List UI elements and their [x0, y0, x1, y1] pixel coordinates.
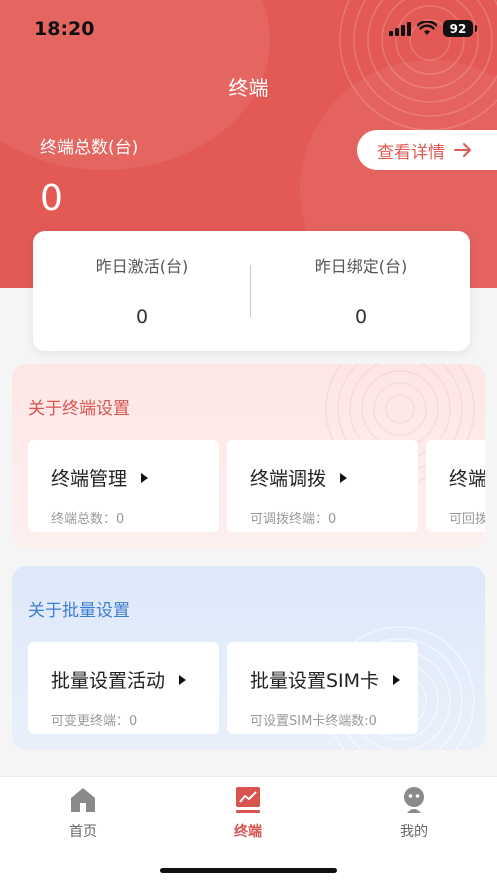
card-row: 终端管理 终端总数：0 终端调拨 可调拨终端：0 终端 可回拨	[28, 440, 485, 532]
status-time: 18:20	[34, 18, 95, 40]
card-subtitle: 可回拨	[449, 512, 485, 527]
card-row: 批量设置活动 可变更终端：0 批量设置SIM卡 可设置SIM卡终端数:0	[28, 642, 418, 734]
stat-label: 昨日绑定(台)	[314, 257, 408, 276]
section-title: 关于批量设置	[28, 601, 130, 621]
home-icon	[71, 788, 95, 812]
section-title: 关于终端设置	[28, 399, 130, 419]
stats-card: 昨日激活(台) 0 昨日绑定(台) 0	[33, 231, 470, 351]
batch-settings-section: 关于批量设置 批量设置活动 可变更终端：0 批量设置SIM卡 可设置SIM卡终端…	[12, 566, 485, 750]
card-subtitle: 可调拨终端：0	[250, 512, 337, 527]
nav-label: 我的	[400, 824, 428, 840]
stat-bound: 昨日绑定(台) 0	[252, 231, 470, 351]
stat-activated: 昨日激活(台) 0	[33, 231, 251, 351]
terminal-management-card[interactable]: 终端管理 终端总数：0	[28, 440, 219, 532]
battery-level: 92	[449, 21, 467, 36]
card-subtitle: 可设置SIM卡终端数:0	[250, 714, 377, 729]
battery-icon: 92	[443, 20, 477, 37]
terminal-settings-section: 关于终端设置 终端管理 终端总数：0 终端调拨 可调拨终端：0 终端 可回拨	[12, 364, 485, 548]
card-title: 终端调拨	[250, 468, 327, 490]
arrow-right-icon	[454, 143, 471, 157]
nav-terminal[interactable]: 终端	[188, 785, 308, 841]
stat-value: 0	[135, 306, 149, 328]
batch-activity-card[interactable]: 批量设置活动 可变更终端：0	[28, 642, 219, 734]
terminal-transfer-card[interactable]: 终端调拨 可调拨终端：0	[227, 440, 418, 532]
view-details-label: 查看详情	[377, 142, 445, 163]
nav-label: 终端	[234, 824, 262, 840]
total-terminals-value: 0	[40, 178, 63, 219]
card-title: 终端	[449, 468, 485, 490]
card-title: 批量设置活动	[51, 670, 166, 692]
stat-divider	[250, 265, 251, 317]
stat-label: 昨日激活(台)	[95, 257, 189, 276]
nav-home[interactable]: 首页	[23, 785, 143, 841]
home-indicator	[160, 868, 337, 873]
total-terminals-label: 终端总数(台)	[40, 138, 139, 158]
stat-value: 0	[354, 306, 368, 328]
terminal-recall-card[interactable]: 终端 可回拨	[426, 440, 485, 532]
caret-right-icon	[340, 472, 348, 483]
nav-profile[interactable]: 我的	[354, 785, 474, 841]
status-icons: 92	[389, 20, 477, 37]
card-subtitle: 可变更终端：0	[51, 714, 138, 729]
caret-right-icon	[179, 674, 187, 685]
nav-label: 首页	[69, 824, 97, 840]
card-title: 终端管理	[51, 468, 128, 490]
view-details-button[interactable]: 查看详情	[357, 130, 497, 170]
status-bar: 18:20 92	[0, 0, 497, 58]
caret-right-icon	[141, 472, 149, 483]
page-title: 终端	[228, 76, 269, 100]
card-title: 批量设置SIM卡	[250, 670, 380, 692]
wifi-icon	[417, 21, 437, 35]
chart-icon	[236, 787, 260, 813]
profile-icon	[404, 787, 424, 813]
card-subtitle: 终端总数：0	[51, 512, 125, 527]
bottom-nav: 首页 终端 我的	[0, 776, 497, 883]
caret-right-icon	[393, 674, 401, 685]
batch-sim-card[interactable]: 批量设置SIM卡 可设置SIM卡终端数:0	[227, 642, 418, 734]
signal-icon	[389, 21, 411, 36]
